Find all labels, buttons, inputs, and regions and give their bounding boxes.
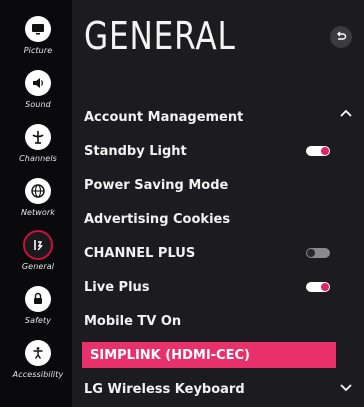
sidebar-item-safety[interactable]: Safety	[0, 286, 76, 338]
antenna-icon	[25, 124, 51, 150]
menu-item-label: Mobile TV On	[84, 313, 182, 329]
menu-item-account-management[interactable]: Account Management	[72, 100, 364, 134]
sidebar-item-label: Safety	[24, 316, 52, 325]
menu-item-power-saving-mode[interactable]: Power Saving Mode	[72, 168, 364, 202]
menu-item-label: SIMPLINK (HDMI-CEC)	[90, 347, 250, 363]
speaker-icon	[25, 70, 51, 96]
settings-menu-list: Account Management Standby Light Power S…	[72, 100, 364, 406]
accessibility-icon	[25, 340, 51, 366]
sidebar-item-label: Sound	[25, 100, 51, 109]
live-plus-toggle[interactable]	[306, 282, 330, 292]
back-arrow-icon	[337, 31, 347, 40]
sidebar-item-label: Network	[20, 208, 56, 217]
menu-item-label: Live Plus	[84, 279, 150, 295]
sidebar-item-label: General	[21, 262, 55, 271]
sidebar-item-sound[interactable]: Sound	[0, 70, 76, 122]
sidebar-item-label: Channels	[19, 154, 57, 163]
tv-settings-screen: Picture Sound Channels Network General S…	[0, 0, 364, 407]
lock-icon	[25, 286, 51, 312]
menu-item-label: Account Management	[84, 109, 244, 125]
sidebar-item-channels[interactable]: Channels	[0, 124, 76, 176]
menu-item-advertising-cookies[interactable]: Advertising Cookies	[72, 202, 364, 236]
back-button[interactable]	[330, 26, 352, 48]
settings-category-sidebar: Picture Sound Channels Network General S…	[0, 0, 76, 407]
sidebar-item-picture[interactable]: Picture	[0, 16, 76, 68]
scroll-down-chevron-icon[interactable]	[340, 383, 352, 393]
sidebar-item-label: Accessibility	[12, 370, 64, 379]
picture-icon	[25, 16, 51, 42]
sidebar-item-accessibility[interactable]: Accessibility	[0, 340, 76, 392]
menu-item-label: Power Saving Mode	[84, 177, 229, 193]
channel-plus-toggle[interactable]	[306, 248, 330, 258]
menu-item-label: Standby Light	[84, 143, 187, 159]
page-title: GENERAL	[84, 14, 236, 58]
menu-item-lg-wireless-keyboard[interactable]: LG Wireless Keyboard	[72, 372, 364, 406]
menu-item-label: LG Wireless Keyboard	[84, 381, 245, 397]
menu-item-mobile-tv-on[interactable]: Mobile TV On	[72, 304, 364, 338]
general-settings-icon	[23, 230, 53, 260]
menu-item-live-plus[interactable]: Live Plus	[72, 270, 364, 304]
standby-light-toggle[interactable]	[306, 146, 330, 156]
sidebar-item-label: Picture	[23, 46, 53, 55]
menu-item-standby-light[interactable]: Standby Light	[72, 134, 364, 168]
menu-item-simplink[interactable]: SIMPLINK (HDMI-CEC)	[82, 342, 336, 368]
globe-icon	[25, 178, 51, 204]
sidebar-item-network[interactable]: Network	[0, 178, 76, 230]
general-settings-panel: GENERAL Account Management Standby Light…	[72, 0, 364, 407]
menu-item-label: CHANNEL PLUS	[84, 245, 196, 261]
menu-item-channel-plus[interactable]: CHANNEL PLUS	[72, 236, 364, 270]
menu-item-label: Advertising Cookies	[84, 211, 231, 227]
sidebar-item-general[interactable]: General	[0, 230, 76, 284]
